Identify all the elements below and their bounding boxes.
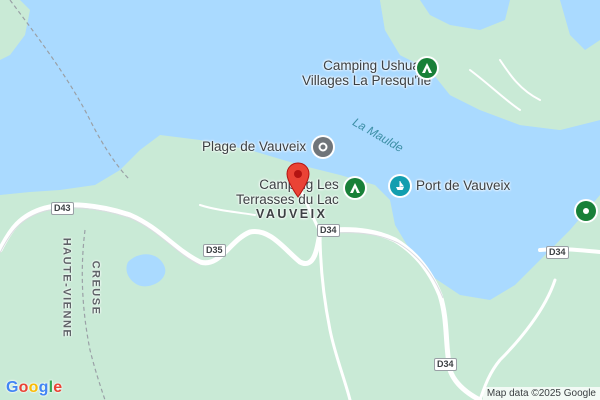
map-attribution[interactable]: Map data ©2025 Google	[482, 387, 600, 400]
poi-camping-ushuaia-line1: Camping Ushuaïa	[323, 58, 432, 73]
tent-icon[interactable]	[345, 178, 365, 198]
boat-icon[interactable]	[390, 176, 410, 196]
road-shield-d34-south: D34	[434, 358, 457, 371]
location-pin-icon[interactable]	[286, 162, 310, 198]
map-canvas[interactable]: La Maulde HAUTE-VIENNE CREUSE Camping Us…	[0, 0, 600, 400]
poi-plage-de-vauveix[interactable]: Plage de Vauveix	[202, 139, 306, 154]
logo-letter: o	[28, 379, 39, 396]
logo-letter: G	[6, 379, 19, 396]
google-logo: Google	[6, 379, 62, 397]
village-label-vauveix: VAUVEIX	[256, 207, 328, 221]
road-shield-d43: D43	[51, 202, 74, 215]
beach-icon[interactable]	[313, 137, 333, 157]
poi-camping-ushuaia[interactable]: Camping Ushuaïa Villages La Presqu'île	[302, 58, 431, 88]
road-shield-d35: D35	[203, 244, 226, 257]
road-shield-d34-village: D34	[317, 224, 340, 237]
logo-letter: e	[53, 379, 63, 396]
region-label-creuse: CREUSE	[89, 260, 102, 316]
tent-icon[interactable]	[417, 58, 437, 78]
region-label-haute-vienne: HAUTE-VIENNE	[60, 237, 73, 339]
place-marker-icon[interactable]	[576, 201, 596, 221]
logo-letter: o	[18, 379, 29, 396]
logo-letter: g	[38, 379, 49, 396]
road-shield-d34-east: D34	[546, 246, 569, 259]
poi-port-de-vauveix[interactable]: Port de Vauveix	[416, 178, 510, 193]
poi-camping-ushuaia-line2: Villages La Presqu'île	[302, 73, 432, 88]
